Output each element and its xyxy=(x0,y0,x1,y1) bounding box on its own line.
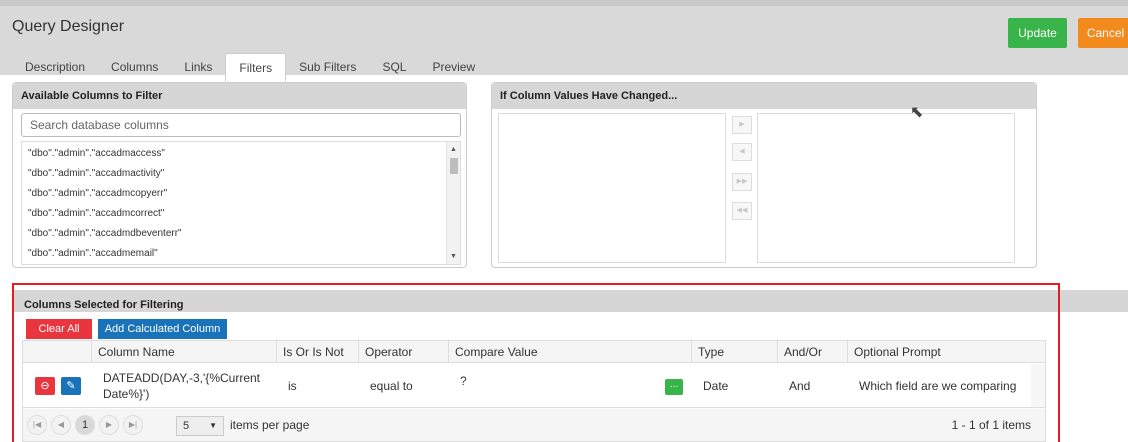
list-item[interactable]: "dbo"."admin"."accadmactivity" xyxy=(22,164,460,184)
column-header-type[interactable]: Type xyxy=(691,341,777,363)
tab-description[interactable]: Description xyxy=(12,53,98,81)
tab-columns[interactable]: Columns xyxy=(98,53,171,81)
tab-preview[interactable]: Preview xyxy=(419,53,488,81)
column-header-compare-value[interactable]: Compare Value xyxy=(448,341,691,363)
last-page-button[interactable]: ▶| xyxy=(123,415,143,435)
column-header-optional-prompt[interactable]: Optional Prompt xyxy=(847,341,1033,363)
column-header-operator[interactable]: Operator xyxy=(358,341,448,363)
pager-info: 1 - 1 of 1 items xyxy=(951,418,1031,432)
edit-icon[interactable]: ✎ xyxy=(61,377,81,395)
column-header-and-or[interactable]: And/Or xyxy=(777,341,847,363)
grid-header: Column Name Is Or Is Not Operator Compar… xyxy=(23,341,1045,363)
search-columns-input[interactable] xyxy=(21,113,461,137)
scroll-thumb[interactable] xyxy=(450,158,458,174)
previous-page-button[interactable]: ◀ xyxy=(51,415,71,435)
next-page-button[interactable]: ▶ xyxy=(99,415,119,435)
list-item[interactable]: "dbo"."admin"."accadmcopyerr" xyxy=(22,184,460,204)
list-item[interactable]: "dbo"."admin"."accadmcorrect" xyxy=(22,204,460,224)
tab-links[interactable]: Links xyxy=(171,53,225,81)
available-columns-list: "dbo"."admin"."accadmaccess" "dbo"."admi… xyxy=(21,141,461,265)
mouse-pointer-icon: ⬉ xyxy=(910,104,924,121)
cell-column-name: DATEADD(DAY,-3,'{%Current Date%}') xyxy=(103,371,261,401)
selected-columns-title: Columns Selected for Filtering xyxy=(24,299,184,311)
update-button[interactable]: Update xyxy=(1008,18,1067,48)
changed-columns-title: If Column Values Have Changed... xyxy=(492,83,1036,109)
tab-filters[interactable]: Filters xyxy=(225,53,287,81)
clear-all-button[interactable]: Clear All xyxy=(26,319,92,339)
page-title: Query Designer xyxy=(12,18,125,35)
scroll-up-icon[interactable]: ▲ xyxy=(450,146,457,153)
compare-value-picker-button[interactable]: ... xyxy=(665,379,683,395)
changed-target-list[interactable] xyxy=(757,113,1015,263)
move-all-right-button[interactable]: ▶▶ xyxy=(732,173,752,191)
available-columns-panel: Available Columns to Filter "dbo"."admin… xyxy=(12,82,467,268)
first-page-button[interactable]: |◀ xyxy=(27,415,47,435)
cell-optional-prompt: Which field are we comparing xyxy=(859,379,1017,393)
filter-grid: Column Name Is Or Is Not Operator Compar… xyxy=(22,340,1046,442)
pager: |◀ ◀ 1 ▶ ▶| 5 ▼ items per page 1 - 1 of … xyxy=(23,409,1045,441)
move-all-left-button[interactable]: ◀◀ xyxy=(732,202,752,220)
page-size-value: 5 xyxy=(183,420,190,432)
cell-and-or: And xyxy=(789,379,811,393)
column-header-column-name[interactable]: Column Name xyxy=(91,341,276,363)
grid-scrollbar[interactable] xyxy=(1031,364,1045,407)
page-size-select[interactable]: 5 ▼ xyxy=(176,416,224,436)
header: Query Designer Update Cancel Description… xyxy=(0,6,1128,81)
add-calculated-column-button[interactable]: Add Calculated Column xyxy=(98,319,227,339)
cell-operator: equal to xyxy=(370,379,413,393)
changed-source-list[interactable] xyxy=(498,113,726,263)
chevron-down-icon: ▼ xyxy=(209,421,217,430)
available-columns-title: Available Columns to Filter xyxy=(13,83,466,109)
tab-sub-filters[interactable]: Sub Filters xyxy=(286,53,369,81)
tab-bar: Description Columns Links Filters Sub Fi… xyxy=(12,53,488,81)
cancel-button[interactable]: Cancel xyxy=(1078,18,1128,48)
column-header-is-or-is-not[interactable]: Is Or Is Not xyxy=(276,341,358,363)
scroll-down-icon[interactable]: ▼ xyxy=(450,253,457,260)
page-number-button[interactable]: 1 xyxy=(75,415,95,435)
table-row: ⊖ ✎ DATEADD(DAY,-3,'{%Current Date%}') i… xyxy=(23,364,1045,408)
cell-is-or-is-not: is xyxy=(288,379,297,393)
items-per-page-label: items per page xyxy=(230,418,310,432)
list-item[interactable]: "dbo"."admin"."accadmaccess" xyxy=(22,144,460,164)
move-left-button[interactable]: ◀ xyxy=(732,143,752,161)
changed-columns-panel: If Column Values Have Changed... ▶ ◀ ▶▶ … xyxy=(491,82,1037,268)
remove-icon[interactable]: ⊖ xyxy=(35,377,55,395)
list-scrollbar[interactable]: ▲ ▼ xyxy=(446,142,460,264)
list-item[interactable]: "dbo"."admin"."accadmemail" xyxy=(22,244,460,264)
cell-compare-value: ? xyxy=(460,374,467,388)
move-right-button[interactable]: ▶ xyxy=(732,116,752,134)
tab-sql[interactable]: SQL xyxy=(369,53,419,81)
cell-type: Date xyxy=(703,379,729,393)
list-item[interactable]: "dbo"."admin"."accadmdbeventerr" xyxy=(22,224,460,244)
